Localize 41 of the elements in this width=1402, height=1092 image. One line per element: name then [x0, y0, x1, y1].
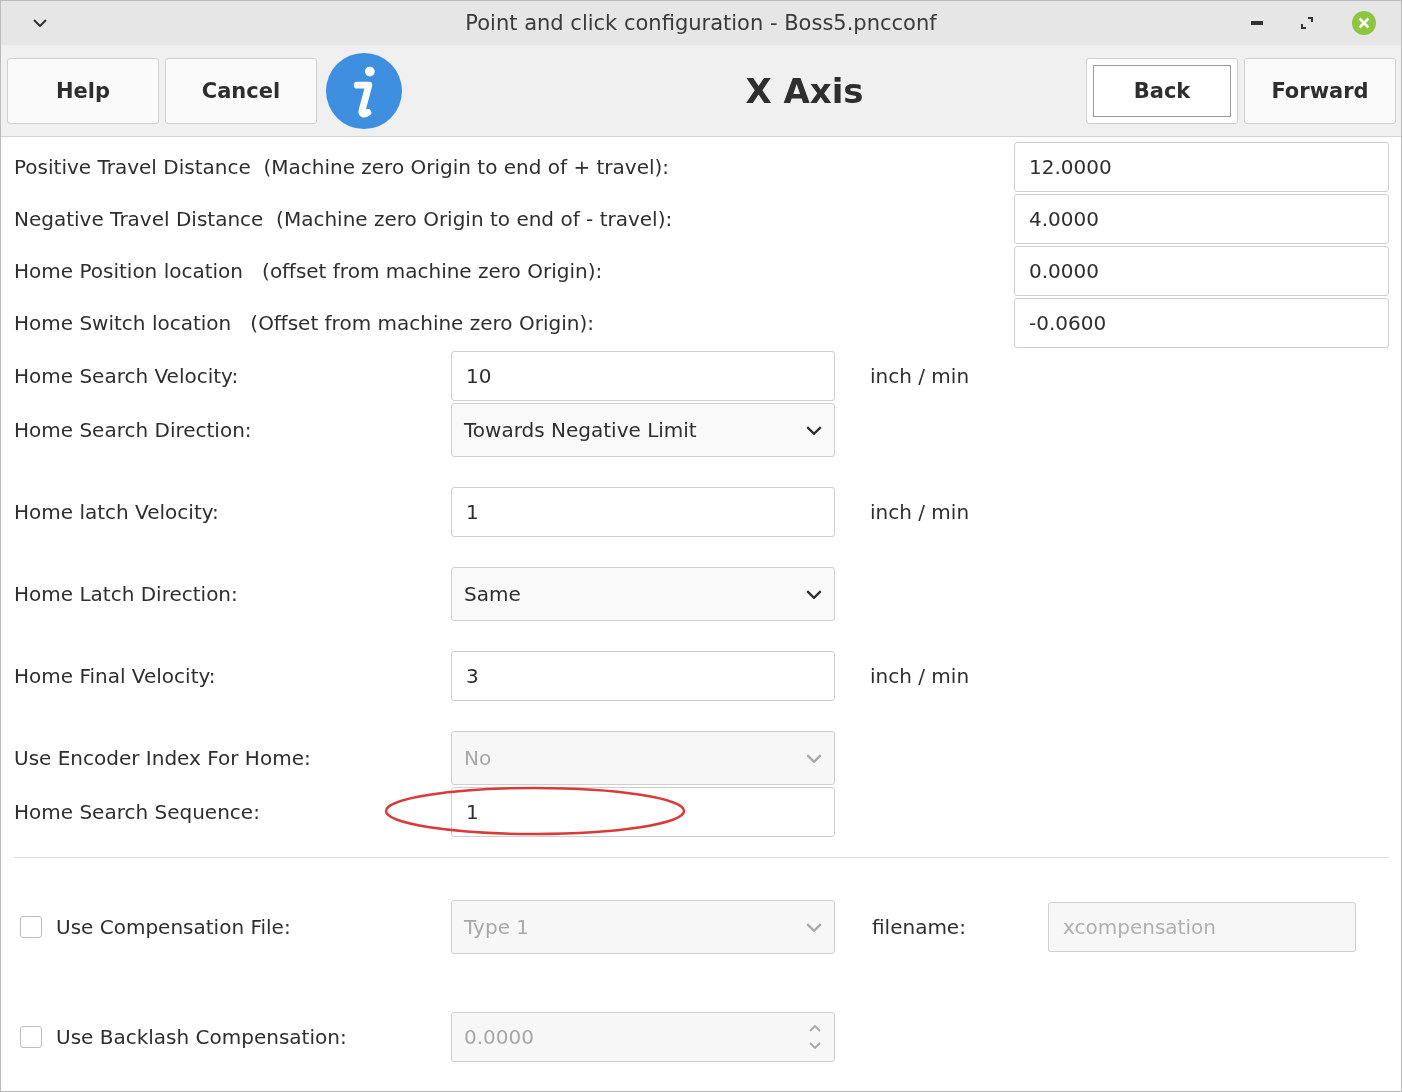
chevron-down-icon: [806, 922, 822, 932]
toolbar-button[interactable]: Cancel: [165, 57, 317, 124]
chevron-down-icon: [806, 753, 822, 763]
field-label: Home Search Direction:: [14, 418, 253, 442]
field-label: Home Final Velocity:: [14, 664, 217, 688]
unit-label: inch / min: [870, 364, 970, 388]
field-label: Home Search Velocity:: [14, 364, 240, 388]
field-label: filename:: [872, 915, 967, 939]
field-label: Home Switch location (Offset from machine zero Origin):: [14, 311, 594, 335]
field-label: Negative Travel Distance (Machine zero Origin to end of - travel):: [14, 207, 673, 231]
info-icon: [325, 51, 403, 130]
input-field[interactable]: 10: [451, 351, 835, 401]
input-field[interactable]: 3: [451, 651, 835, 701]
input-field[interactable]: 1: [451, 787, 835, 837]
input-field[interactable]: -0.0600: [1014, 298, 1389, 348]
dropdown[interactable]: Same: [451, 567, 835, 621]
restore-icon[interactable]: [1301, 17, 1313, 29]
page-title: X Axis: [744, 70, 865, 111]
checkbox-label: Use Compensation File:: [56, 915, 291, 939]
checkbox-label: Use Backlash Compensation:: [56, 1025, 347, 1049]
unit-label: inch / min: [870, 664, 970, 688]
chevron-down-icon: [806, 425, 822, 435]
input-field[interactable]: 12.0000: [1014, 142, 1389, 192]
field-label: Use Encoder Index For Home:: [14, 746, 312, 770]
dropdown[interactable]: Towards Negative Limit: [451, 403, 835, 457]
toolbar-button[interactable]: Back: [1086, 57, 1238, 124]
chevron-down-icon: [806, 589, 822, 599]
toolbar-button[interactable]: Help: [7, 57, 159, 124]
field-label: Positive Travel Distance (Machine zero Origin to end of + travel):: [14, 155, 670, 179]
unit-label: inch / min: [870, 500, 970, 524]
input-field[interactable]: 1: [451, 487, 835, 537]
chevron-down-icon[interactable]: [33, 19, 47, 27]
input-field[interactable]: 4.0000: [1014, 194, 1389, 244]
field-label: Home latch Velocity:: [14, 500, 220, 524]
input-field[interactable]: 0.0000: [1014, 246, 1389, 296]
toolbar-button[interactable]: Forward: [1244, 57, 1396, 124]
window-title: Point and click configuration - Boss5.pncconf: [465, 11, 937, 35]
close-icon[interactable]: [1351, 10, 1377, 36]
field-label: Home Latch Direction:: [14, 582, 239, 606]
field-label: Home Search Sequence:: [14, 800, 261, 824]
field-label: Home Position location (offset from machine zero Origin):: [14, 259, 603, 283]
